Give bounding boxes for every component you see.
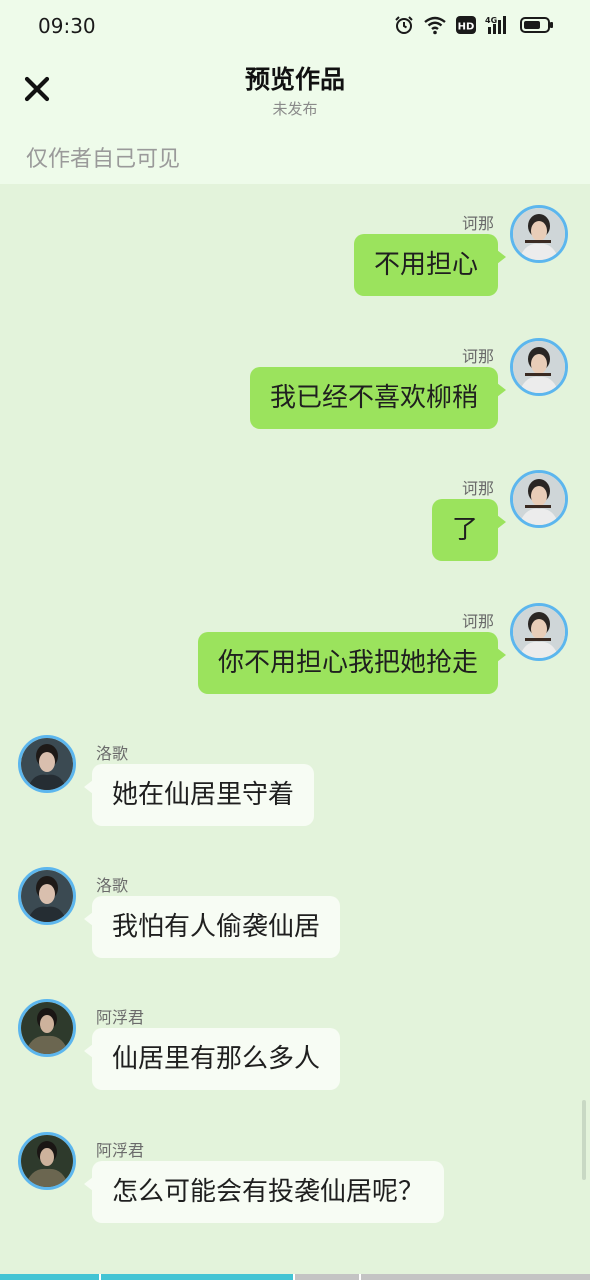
message-bubble[interactable]: 我怕有人偷袭仙居	[83, 896, 341, 958]
sender-name: 洛歌	[96, 744, 129, 763]
progress-divider	[359, 1274, 361, 1280]
message-bubble[interactable]: 了	[431, 499, 507, 561]
sender-name: 洛歌	[96, 876, 129, 895]
avatar-portrait-icon	[21, 1002, 73, 1054]
message-bubble[interactable]: 你不用担心我把她抢走	[197, 632, 507, 694]
sender-name: 阿浮君	[96, 1008, 145, 1027]
avatar-portrait-icon	[513, 473, 565, 525]
message-bubble[interactable]: 仙居里有那么多人	[83, 1028, 341, 1090]
message-bubble[interactable]: 她在仙居里守着	[83, 764, 315, 826]
avatar-portrait-icon	[21, 1135, 73, 1187]
signal-4g-icon: 4G	[485, 15, 511, 35]
avatar[interactable]	[510, 603, 568, 661]
status-time: 09:30	[38, 14, 96, 38]
sender-name: 诃那	[461, 612, 494, 631]
avatar[interactable]	[510, 205, 568, 263]
avatar[interactable]	[18, 999, 76, 1057]
progress-divider	[99, 1274, 101, 1280]
network-label: 4G	[485, 16, 497, 25]
progress-fill	[0, 1274, 295, 1280]
message-bubble[interactable]: 我已经不喜欢柳稍	[249, 367, 507, 429]
message-bubble[interactable]: 不用担心	[353, 234, 507, 296]
sender-name: 诃那	[461, 214, 494, 233]
header-area: 09:30 HD 4G 预览作品 未发布 仅作者自己可见	[0, 0, 590, 184]
hd-label: HD	[458, 22, 475, 33]
avatar-portrait-icon	[513, 606, 565, 658]
sender-name: 阿浮君	[96, 1141, 145, 1160]
status-icons: HD 4G	[394, 15, 554, 35]
avatar[interactable]	[18, 1132, 76, 1190]
wifi-icon	[423, 15, 447, 35]
scrollbar[interactable]	[582, 1100, 586, 1180]
avatar[interactable]	[18, 867, 76, 925]
sender-name: 诃那	[461, 347, 494, 366]
visibility-note: 仅作者自己可见	[26, 147, 181, 172]
avatar[interactable]	[510, 338, 568, 396]
progress-divider	[293, 1274, 295, 1280]
publish-status: 未发布	[272, 100, 318, 118]
alarm-icon	[394, 15, 414, 35]
status-bar: 09:30 HD 4G	[0, 0, 590, 52]
avatar[interactable]	[510, 470, 568, 528]
avatar-portrait-icon	[513, 208, 565, 260]
sender-name: 诃那	[461, 479, 494, 498]
avatar-portrait-icon	[21, 870, 73, 922]
progress-bar	[0, 1274, 590, 1280]
avatar-portrait-icon	[513, 341, 565, 393]
hd-icon: HD	[456, 15, 476, 35]
avatar[interactable]	[18, 735, 76, 793]
page-title: 预览作品	[244, 65, 345, 94]
message-bubble[interactable]: 怎么可能会有投袭仙居呢？	[83, 1161, 445, 1223]
avatar-portrait-icon	[21, 738, 73, 790]
battery-icon	[520, 15, 554, 35]
